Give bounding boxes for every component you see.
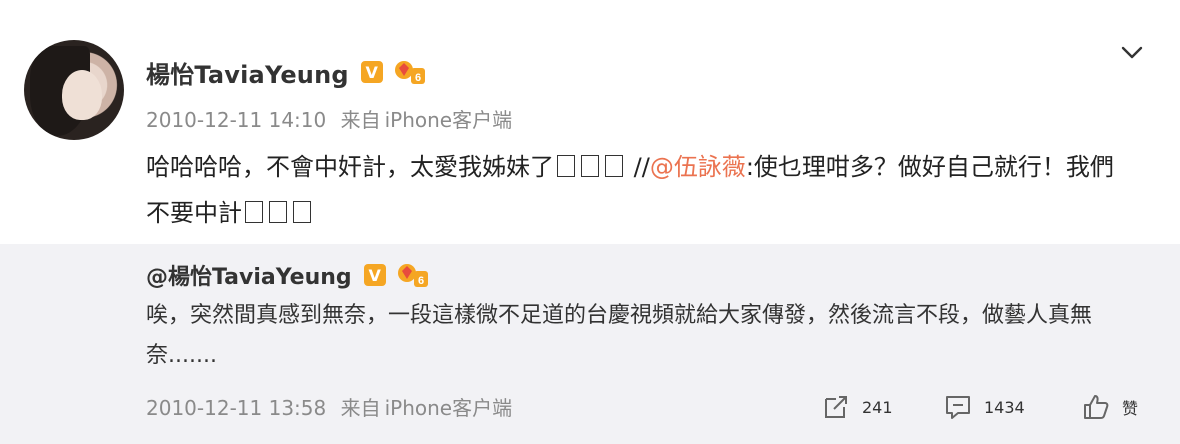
repost-timestamp[interactable]: 2010-12-11 13:58 <box>146 396 326 420</box>
emoji-placeholder-icon <box>269 201 287 223</box>
share-icon <box>825 396 847 418</box>
comment-count: 1434 <box>984 397 1025 417</box>
forward-button[interactable]: 241 <box>822 392 893 422</box>
mention-link[interactable]: @伍詠薇 <box>650 153 746 181</box>
post-source[interactable]: iPhone客户端 <box>385 108 513 132</box>
post-meta: 2010-12-11 14:10 来自 iPhone客户端 <box>146 104 512 133</box>
repost-text: 唉，突然間真感到無奈，一段這樣微不足道的台慶視頻就給大家傳發，然後流言不段，做藝… <box>146 303 1093 368</box>
avatar-face <box>62 70 102 120</box>
repost-meta: 2010-12-11 13:58 来自 iPhone客户端 <box>146 392 512 421</box>
weibo-post-card: 楊怡TaviaYeung V 6 2010-12-11 14:10 来自 iPho… <box>0 0 1180 444</box>
emoji-placeholder-icon <box>557 155 575 177</box>
emoji-placeholder-icon <box>293 201 311 223</box>
chevron-down-icon[interactable] <box>1118 38 1146 66</box>
emoji-placeholder-icon <box>245 201 263 223</box>
repost-separator: // <box>626 153 650 181</box>
post-text-before: 哈哈哈哈，不會中奸計，太愛我姊妹了 <box>146 153 554 181</box>
verified-v-badge-icon: V <box>363 264 386 286</box>
svg-text:6: 6 <box>418 275 424 287</box>
post-source-prefix: 来自 <box>340 108 381 132</box>
like-button[interactable]: 赞 <box>1082 392 1138 422</box>
vip-level-icon: 6 <box>394 61 425 84</box>
comment-icon <box>946 396 970 419</box>
reposted-content[interactable]: @楊怡TaviaYeung V 6 唉，突然間真感到無奈，一段這樣微不足道的台慶… <box>0 244 1180 444</box>
post-timestamp[interactable]: 2010-12-11 14:10 <box>146 108 326 132</box>
avatar[interactable] <box>24 40 124 140</box>
emoji-placeholder-icon <box>605 155 623 177</box>
forward-count: 241 <box>862 397 893 417</box>
author-row: 楊怡TaviaYeung V 6 <box>146 55 427 90</box>
post-text: 哈哈哈哈，不會中奸計，太愛我姊妹了 //@伍詠薇:使乜理咁多？做好自己就行！我們… <box>146 144 1136 236</box>
repost-author-row: @楊怡TaviaYeung V 6 <box>146 260 430 290</box>
thumbs-up-icon <box>1084 395 1109 419</box>
author-name[interactable]: 楊怡TaviaYeung <box>146 55 349 90</box>
comment-button[interactable]: 1434 <box>944 392 1025 422</box>
emoji-placeholder-icon <box>581 155 599 177</box>
svg-text:6: 6 <box>415 72 421 84</box>
like-label: 赞 <box>1122 399 1139 418</box>
vip-level-icon: 6 <box>397 264 428 287</box>
repost-author-name[interactable]: @楊怡TaviaYeung <box>146 259 352 291</box>
repost-source[interactable]: iPhone客户端 <box>385 396 513 420</box>
repost-source-prefix: 来自 <box>340 396 381 420</box>
verified-v-badge-icon: V <box>360 61 383 83</box>
